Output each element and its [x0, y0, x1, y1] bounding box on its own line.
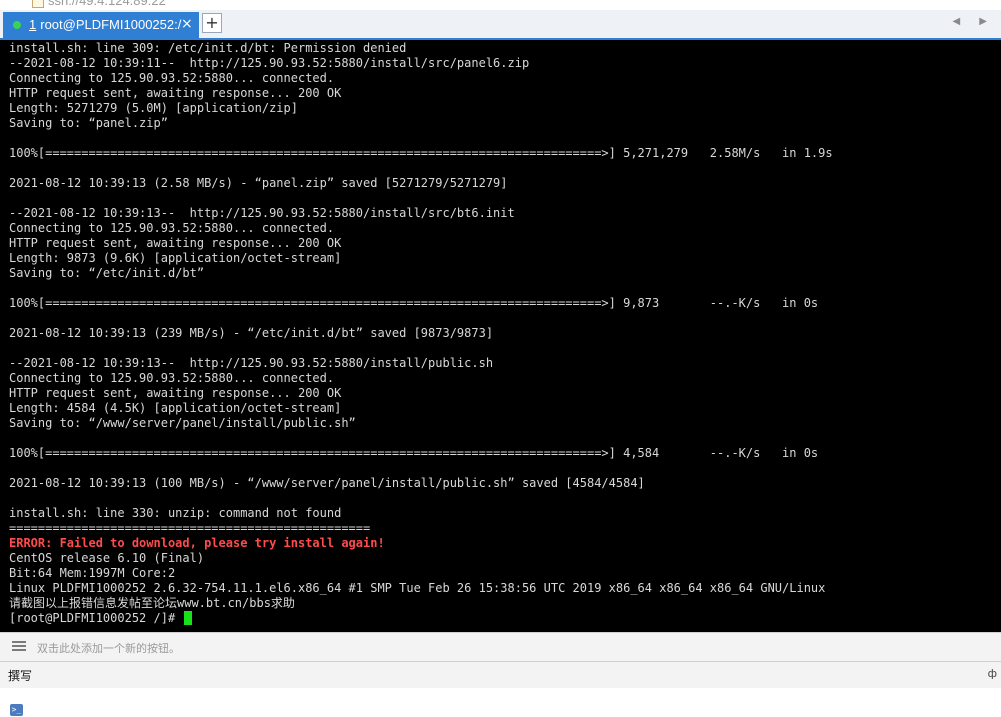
terminal-line: HTTP request sent, awaiting response... … — [9, 236, 342, 250]
terminal-line: --2021-08-12 10:39:13-- http://125.90.93… — [9, 206, 515, 220]
terminal-line: 100%[===================================… — [9, 446, 819, 460]
terminal-line: Saving to: “/www/server/panel/install/pu… — [9, 416, 356, 430]
terminal-line: --2021-08-12 10:39:11-- http://125.90.93… — [9, 56, 530, 70]
quick-command-hint[interactable]: 双击此处添加一个新的按钮。 — [37, 640, 180, 656]
terminal-line: Connecting to 125.90.93.52:5880... conne… — [9, 71, 335, 85]
compose-input[interactable]: >_ — [0, 688, 1001, 717]
terminal-line: install.sh: line 330: unzip: command not… — [9, 506, 342, 520]
terminal-line: Connecting to 125.90.93.52:5880... conne… — [9, 371, 335, 385]
terminal-prompt-icon: >_ — [10, 704, 23, 716]
terminal-line: Saving to: “/etc/init.d/bt” — [9, 266, 205, 280]
tab-title: root@PLDFMI1000252:/ — [40, 17, 182, 32]
terminal-line: ========================================… — [9, 521, 371, 535]
session-tab-label: 1 root@PLDFMI1000252:/ — [29, 17, 181, 32]
menu-icon[interactable] — [12, 641, 26, 651]
terminal-line: 2021-08-12 10:39:13 (100 MB/s) - “/www/s… — [9, 476, 645, 490]
terminal-line: HTTP request sent, awaiting response... … — [9, 386, 342, 400]
session-tab-bar: 1 root@PLDFMI1000252:/ × + ◀ ▶ — [0, 10, 1001, 40]
terminal-line: Length: 9873 (9.6K) [application/octet-s… — [9, 251, 342, 265]
connected-status-icon — [13, 21, 21, 29]
new-tab-button[interactable]: + — [202, 13, 222, 33]
tab-scroll-arrows[interactable]: ◀ ▶ — [952, 16, 995, 27]
terminal-line: install.sh: line 309: /etc/init.d/bt: Pe… — [9, 41, 407, 55]
terminal-line: ERROR: Failed to download, please try in… — [9, 536, 385, 550]
terminal-line: 请截图以上报错信息发帖至论坛www.bt.cn/bbs求助 — [9, 596, 295, 610]
terminal-line: 100%[===================================… — [9, 146, 833, 160]
terminal-output[interactable]: install.sh: line 309: /etc/init.d/bt: Pe… — [0, 40, 1001, 632]
quick-command-bar[interactable]: 双击此处添加一个新的按钮。 — [0, 632, 1001, 662]
compose-pane-header: 撰写 ф — [0, 662, 1001, 688]
session-tab[interactable]: 1 root@PLDFMI1000252:/ × — [3, 12, 199, 38]
terminal-line: Length: 5271279 (5.0M) [application/zip] — [9, 101, 298, 115]
terminal-line: 2021-08-12 10:39:13 (239 MB/s) - “/etc/i… — [9, 326, 494, 340]
terminal-line: 100%[===================================… — [9, 296, 819, 310]
tab-number: 1 — [29, 17, 37, 32]
terminal-line: Length: 4584 (4.5K) [application/octet-s… — [9, 401, 342, 415]
close-tab-icon[interactable]: × — [181, 16, 193, 32]
terminal-line: 2021-08-12 10:39:13 (2.58 MB/s) - “panel… — [9, 176, 508, 190]
terminal-line: Bit:64 Mem:1997M Core:2 — [9, 566, 176, 580]
cursor — [184, 611, 193, 625]
terminal-line: Connecting to 125.90.93.52:5880... conne… — [9, 221, 335, 235]
address-text: ssh://49.4.124.89:22 — [48, 0, 166, 8]
terminal-line: Saving to: “panel.zip” — [9, 116, 168, 130]
compose-title: 撰写 — [8, 669, 33, 683]
address-bar: ssh://49.4.124.89:22 — [0, 0, 1001, 10]
shell-prompt: [root@PLDFMI1000252 /]# — [9, 611, 193, 626]
terminal-line: HTTP request sent, awaiting response... … — [9, 86, 342, 100]
pin-icon[interactable]: ф — [988, 667, 997, 680]
terminal-line: Linux PLDFMI1000252 2.6.32-754.11.1.el6.… — [9, 581, 826, 595]
session-icon — [32, 0, 44, 8]
terminal-line: --2021-08-12 10:39:13-- http://125.90.93… — [9, 356, 494, 370]
terminal-line: CentOS release 6.10 (Final) — [9, 551, 205, 565]
